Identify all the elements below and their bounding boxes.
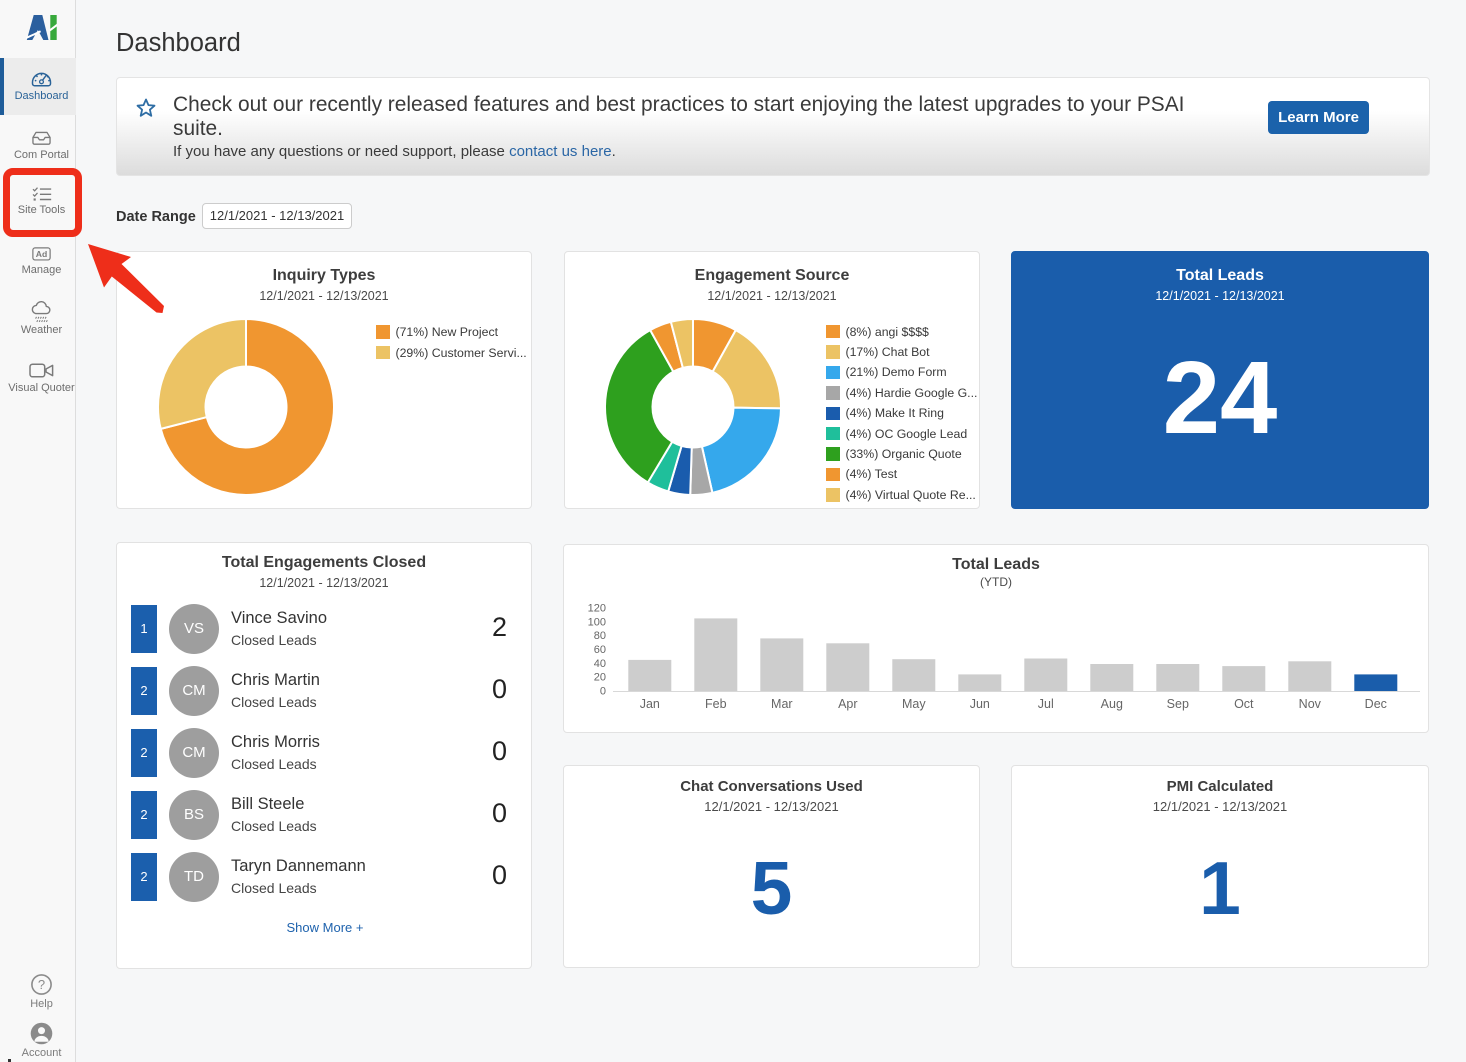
svg-text:20: 20: [594, 672, 606, 684]
svg-text:Feb: Feb: [705, 697, 727, 711]
svg-text:Aug: Aug: [1101, 697, 1123, 711]
svg-text:40: 40: [594, 658, 606, 670]
svg-text:80: 80: [594, 630, 606, 642]
svg-text:Nov: Nov: [1299, 697, 1322, 711]
svg-text:Dec: Dec: [1365, 697, 1387, 711]
svg-text:Mar: Mar: [771, 697, 793, 711]
svg-text:Oct: Oct: [1234, 697, 1254, 711]
svg-text:?: ?: [38, 977, 45, 992]
svg-text:May: May: [902, 697, 926, 711]
svg-text:0: 0: [600, 686, 606, 698]
svg-text:Sep: Sep: [1167, 697, 1189, 711]
svg-text:60: 60: [594, 644, 606, 656]
svg-text:Jul: Jul: [1038, 697, 1054, 711]
svg-text:120: 120: [588, 603, 606, 615]
svg-text:Apr: Apr: [838, 697, 857, 711]
svg-text:Jan: Jan: [640, 697, 660, 711]
svg-text:Ad: Ad: [36, 249, 47, 259]
svg-text:Jun: Jun: [970, 697, 990, 711]
svg-text:100: 100: [588, 616, 606, 628]
